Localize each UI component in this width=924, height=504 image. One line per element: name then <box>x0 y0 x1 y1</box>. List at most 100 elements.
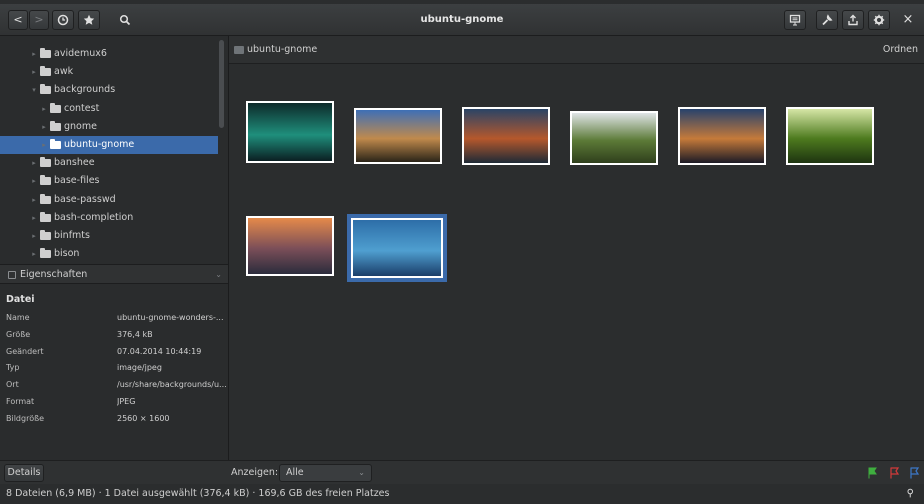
details-button[interactable]: Details <box>4 464 44 482</box>
back-icon: < <box>13 13 23 26</box>
forward-button[interactable]: > <box>29 10 49 30</box>
tree-item[interactable]: ▾ backgrounds <box>0 81 218 99</box>
forward-icon: > <box>34 13 44 26</box>
properties-header[interactable]: Eigenschaften ⌄ <box>0 264 228 284</box>
property-key: Typ <box>6 363 20 373</box>
blue-wave-thumb[interactable] <box>347 214 447 282</box>
tree-item[interactable]: ▸ base-passwd <box>0 191 218 209</box>
expander-open-icon[interactable]: ▾ <box>30 81 38 99</box>
property-value: 2560 × 1600 <box>117 413 170 423</box>
tree-item[interactable]: ▸ ubuntu-gnome <box>0 136 218 154</box>
green-flag-icon[interactable] <box>868 467 878 479</box>
favorites-button[interactable] <box>78 10 100 30</box>
expander-closed-icon[interactable]: ▸ <box>40 118 48 136</box>
thumbnail-image <box>353 220 441 276</box>
expander-closed-icon[interactable]: ▸ <box>40 136 48 154</box>
image-viewer-window: < > ubuntu-gnome × ▸ avidemux6 ▸ awk ▾ b… <box>0 0 924 504</box>
tree-item[interactable]: ▸ gnome <box>0 118 218 136</box>
expander-closed-icon[interactable]: ▸ <box>30 172 38 190</box>
thumbnail-image <box>788 109 872 163</box>
town-night-thumb[interactable] <box>678 107 766 165</box>
palm-leaves-thumb[interactable] <box>786 107 874 165</box>
history-button[interactable] <box>52 10 74 30</box>
expander-closed-icon[interactable]: ▸ <box>30 227 38 245</box>
close-icon: × <box>902 12 914 27</box>
pin-icon[interactable]: ⚲ <box>907 484 914 504</box>
gear-icon <box>873 14 885 26</box>
chevron-down-icon: ⌄ <box>358 468 365 477</box>
current-folder-label[interactable]: ubuntu-gnome <box>247 36 317 64</box>
thumbnail-grid <box>229 64 924 460</box>
filter-label: Anzeigen: <box>231 467 279 478</box>
sidebar: ▸ avidemux6 ▸ awk ▾ backgrounds ▸ contest ▸ gnome… <box>0 36 229 460</box>
presentation-icon <box>789 14 801 26</box>
folder-tree[interactable]: ▸ avidemux6 ▸ awk ▾ backgrounds ▸ contest ▸ gnome… <box>0 36 229 264</box>
property-key: Ort <box>6 380 19 390</box>
expander-closed-icon[interactable]: ▸ <box>30 191 38 209</box>
tower-thumb[interactable] <box>462 107 550 165</box>
sort-button[interactable]: Ordnen <box>883 36 918 64</box>
close-button[interactable]: × <box>898 10 918 30</box>
slideshow-button[interactable] <box>784 10 806 30</box>
settings-button[interactable] <box>868 10 890 30</box>
properties-header-label: Eigenschaften <box>20 269 88 280</box>
tree-item[interactable]: ▸ binfmts <box>0 227 218 245</box>
thumbnail-image <box>248 103 332 161</box>
eiffel-thumb[interactable] <box>246 216 334 276</box>
filter-value: Alle <box>286 467 304 478</box>
folder-icon <box>40 48 51 58</box>
tree-item-label: bison <box>54 248 80 260</box>
tree-item-label: ubuntu-gnome <box>64 139 135 150</box>
folder-icon <box>40 157 51 168</box>
tree-item[interactable]: ▸ awk <box>0 63 218 81</box>
tree-item-label: gnome <box>64 120 97 132</box>
expander-closed-icon[interactable]: ▸ <box>30 45 38 63</box>
search-button[interactable] <box>114 10 136 30</box>
thumbnail-image <box>248 218 332 274</box>
expander-closed-icon[interactable]: ▸ <box>40 100 48 118</box>
folder-icon <box>50 102 61 113</box>
folder-icon <box>40 84 51 95</box>
share-button[interactable] <box>842 10 864 30</box>
tree-item[interactable]: ▸ banshee <box>0 154 218 172</box>
star-icon <box>83 14 95 25</box>
tree-item-label: bash-completion <box>54 211 134 223</box>
path-bar: ubuntu-gnome Ordnen <box>229 36 924 64</box>
status-text: 8 Dateien (6,9 MB) · 1 Datei ausgewählt … <box>6 488 390 499</box>
property-key: Bildgröße <box>6 413 45 423</box>
tree-item-label: awk <box>54 66 74 78</box>
thumbnail-image <box>356 110 440 162</box>
property-key: Name <box>6 313 30 322</box>
folder-icon <box>40 248 51 259</box>
tree-item[interactable]: ▸ avidemux6 <box>0 45 218 63</box>
tree-item[interactable]: ▸ bison <box>0 245 218 263</box>
chevron-down-icon: ⌄ <box>215 270 222 279</box>
blue-flag-icon[interactable] <box>910 467 920 479</box>
thumbnail-image <box>572 113 656 163</box>
aurora-thumb[interactable] <box>246 101 334 163</box>
expander-closed-icon[interactable]: ▸ <box>30 154 38 172</box>
valley-thumb[interactable] <box>570 111 658 165</box>
filter-select[interactable]: Alle ⌄ <box>279 464 372 482</box>
tree-item[interactable]: ▸ base-files <box>0 172 218 190</box>
folder-icon <box>50 120 61 131</box>
expander-closed-icon[interactable]: ▸ <box>30 209 38 227</box>
expander-closed-icon[interactable]: ▸ <box>30 245 38 263</box>
property-row: Bildgröße 2560 × 1600 <box>6 411 226 427</box>
property-value: image/jpeg <box>117 363 162 373</box>
tree-item[interactable]: ▸ contest <box>0 100 218 118</box>
property-row: Ort/usr/share/backgrounds/u... <box>6 377 227 393</box>
back-button[interactable]: < <box>8 10 28 30</box>
property-value: /usr/share/backgrounds/u... <box>117 380 227 390</box>
red-flag-icon[interactable] <box>890 467 900 479</box>
tree-item-label: avidemux6 <box>54 48 107 59</box>
castle-thumb[interactable] <box>354 108 442 164</box>
tree-item-label: base-files <box>54 175 100 187</box>
tree-item[interactable]: ▸ bash-completion <box>0 209 218 227</box>
property-row: Typ image/jpeg <box>6 360 226 376</box>
edit-tools-button[interactable] <box>816 10 838 30</box>
status-bar: 8 Dateien (6,9 MB) · 1 Datei ausgewählt … <box>0 484 924 504</box>
property-key: Format <box>6 397 35 406</box>
expander-closed-icon[interactable]: ▸ <box>30 63 38 81</box>
tree-scrollbar[interactable] <box>219 40 224 128</box>
